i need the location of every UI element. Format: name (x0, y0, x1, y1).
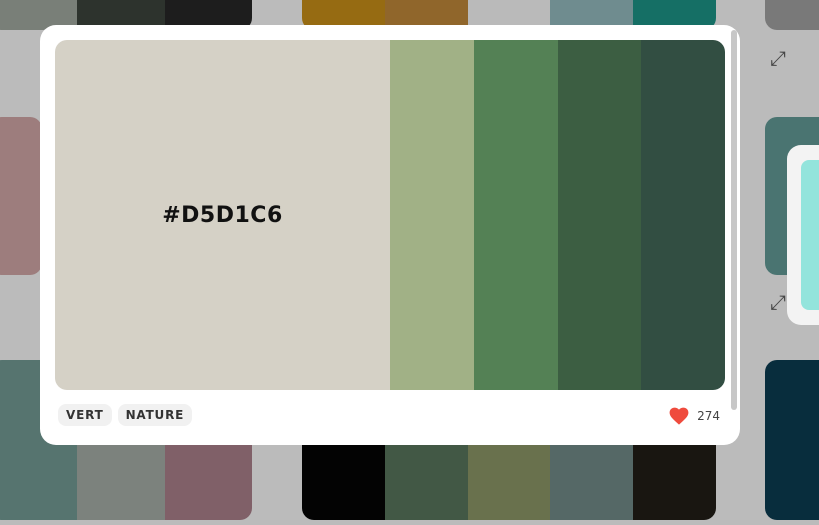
palette-swatches: #D5D1C6 (55, 40, 725, 390)
likes-count: 274 (697, 409, 720, 423)
tag-vert[interactable]: VERT (58, 404, 112, 426)
palette-modal: #D5D1C6 VERT NATURE 274 (40, 25, 740, 445)
hex-code-label: #D5D1C6 (162, 202, 283, 228)
swatch-selected[interactable]: #D5D1C6 (55, 40, 390, 390)
scrollbar[interactable] (731, 30, 737, 410)
swatch[interactable] (473, 40, 558, 390)
likes[interactable]: 274 (669, 407, 720, 425)
tag-nature[interactable]: NATURE (117, 404, 193, 426)
swatch[interactable] (390, 40, 474, 390)
tag-list: VERT NATURE (58, 404, 193, 426)
swatch[interactable] (641, 40, 725, 390)
heart-icon[interactable] (669, 407, 689, 425)
preview-swatch (801, 160, 819, 310)
swatch[interactable] (557, 40, 642, 390)
